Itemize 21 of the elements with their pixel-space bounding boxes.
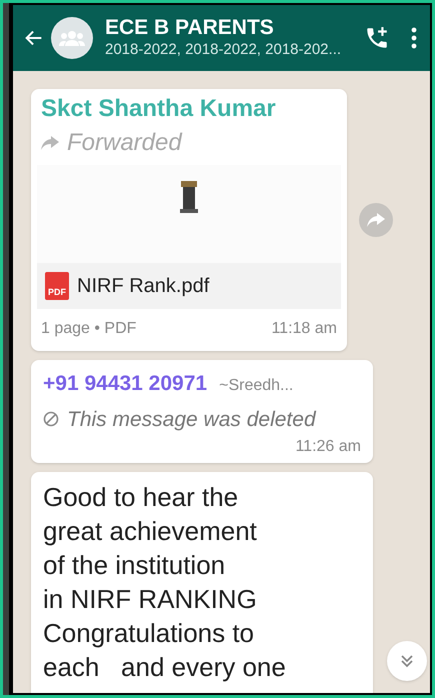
- blocked-icon: [43, 411, 59, 428]
- file-row[interactable]: PDF NIRF Rank.pdf: [37, 263, 341, 309]
- message-time: 11:26 am: [295, 437, 361, 457]
- forwarded-label: Forwarded: [67, 128, 182, 158]
- pdf-label: PDF: [48, 288, 66, 297]
- group-icon: [59, 30, 85, 46]
- double-chevron-icon: [400, 654, 414, 668]
- file-name: NIRF Rank.pdf: [77, 274, 210, 299]
- group-members: 2018-2022, 2018-2022, 2018-202...: [105, 40, 342, 60]
- scroll-down-button[interactable]: [387, 641, 427, 681]
- message-text: Good to hear the great achievement of the institution in NIRF RANKING Congratulations to each and every one: [43, 481, 287, 684]
- group-title[interactable]: ECE B PARENTS: [105, 16, 356, 40]
- file-info: 1 page • PDF: [41, 319, 136, 339]
- forward-icon: [367, 213, 385, 227]
- sender-name: ~Sreedh...: [219, 376, 294, 396]
- group-avatar[interactable]: [51, 17, 93, 59]
- message-time: 11:18 am: [271, 319, 337, 339]
- deleted-message-text: This message was deleted: [67, 406, 316, 432]
- menu-icon[interactable]: [410, 27, 418, 49]
- sender-phone: +91 94431 20971: [43, 371, 208, 397]
- sender-name: Skct Shantha Kumar: [40, 94, 277, 124]
